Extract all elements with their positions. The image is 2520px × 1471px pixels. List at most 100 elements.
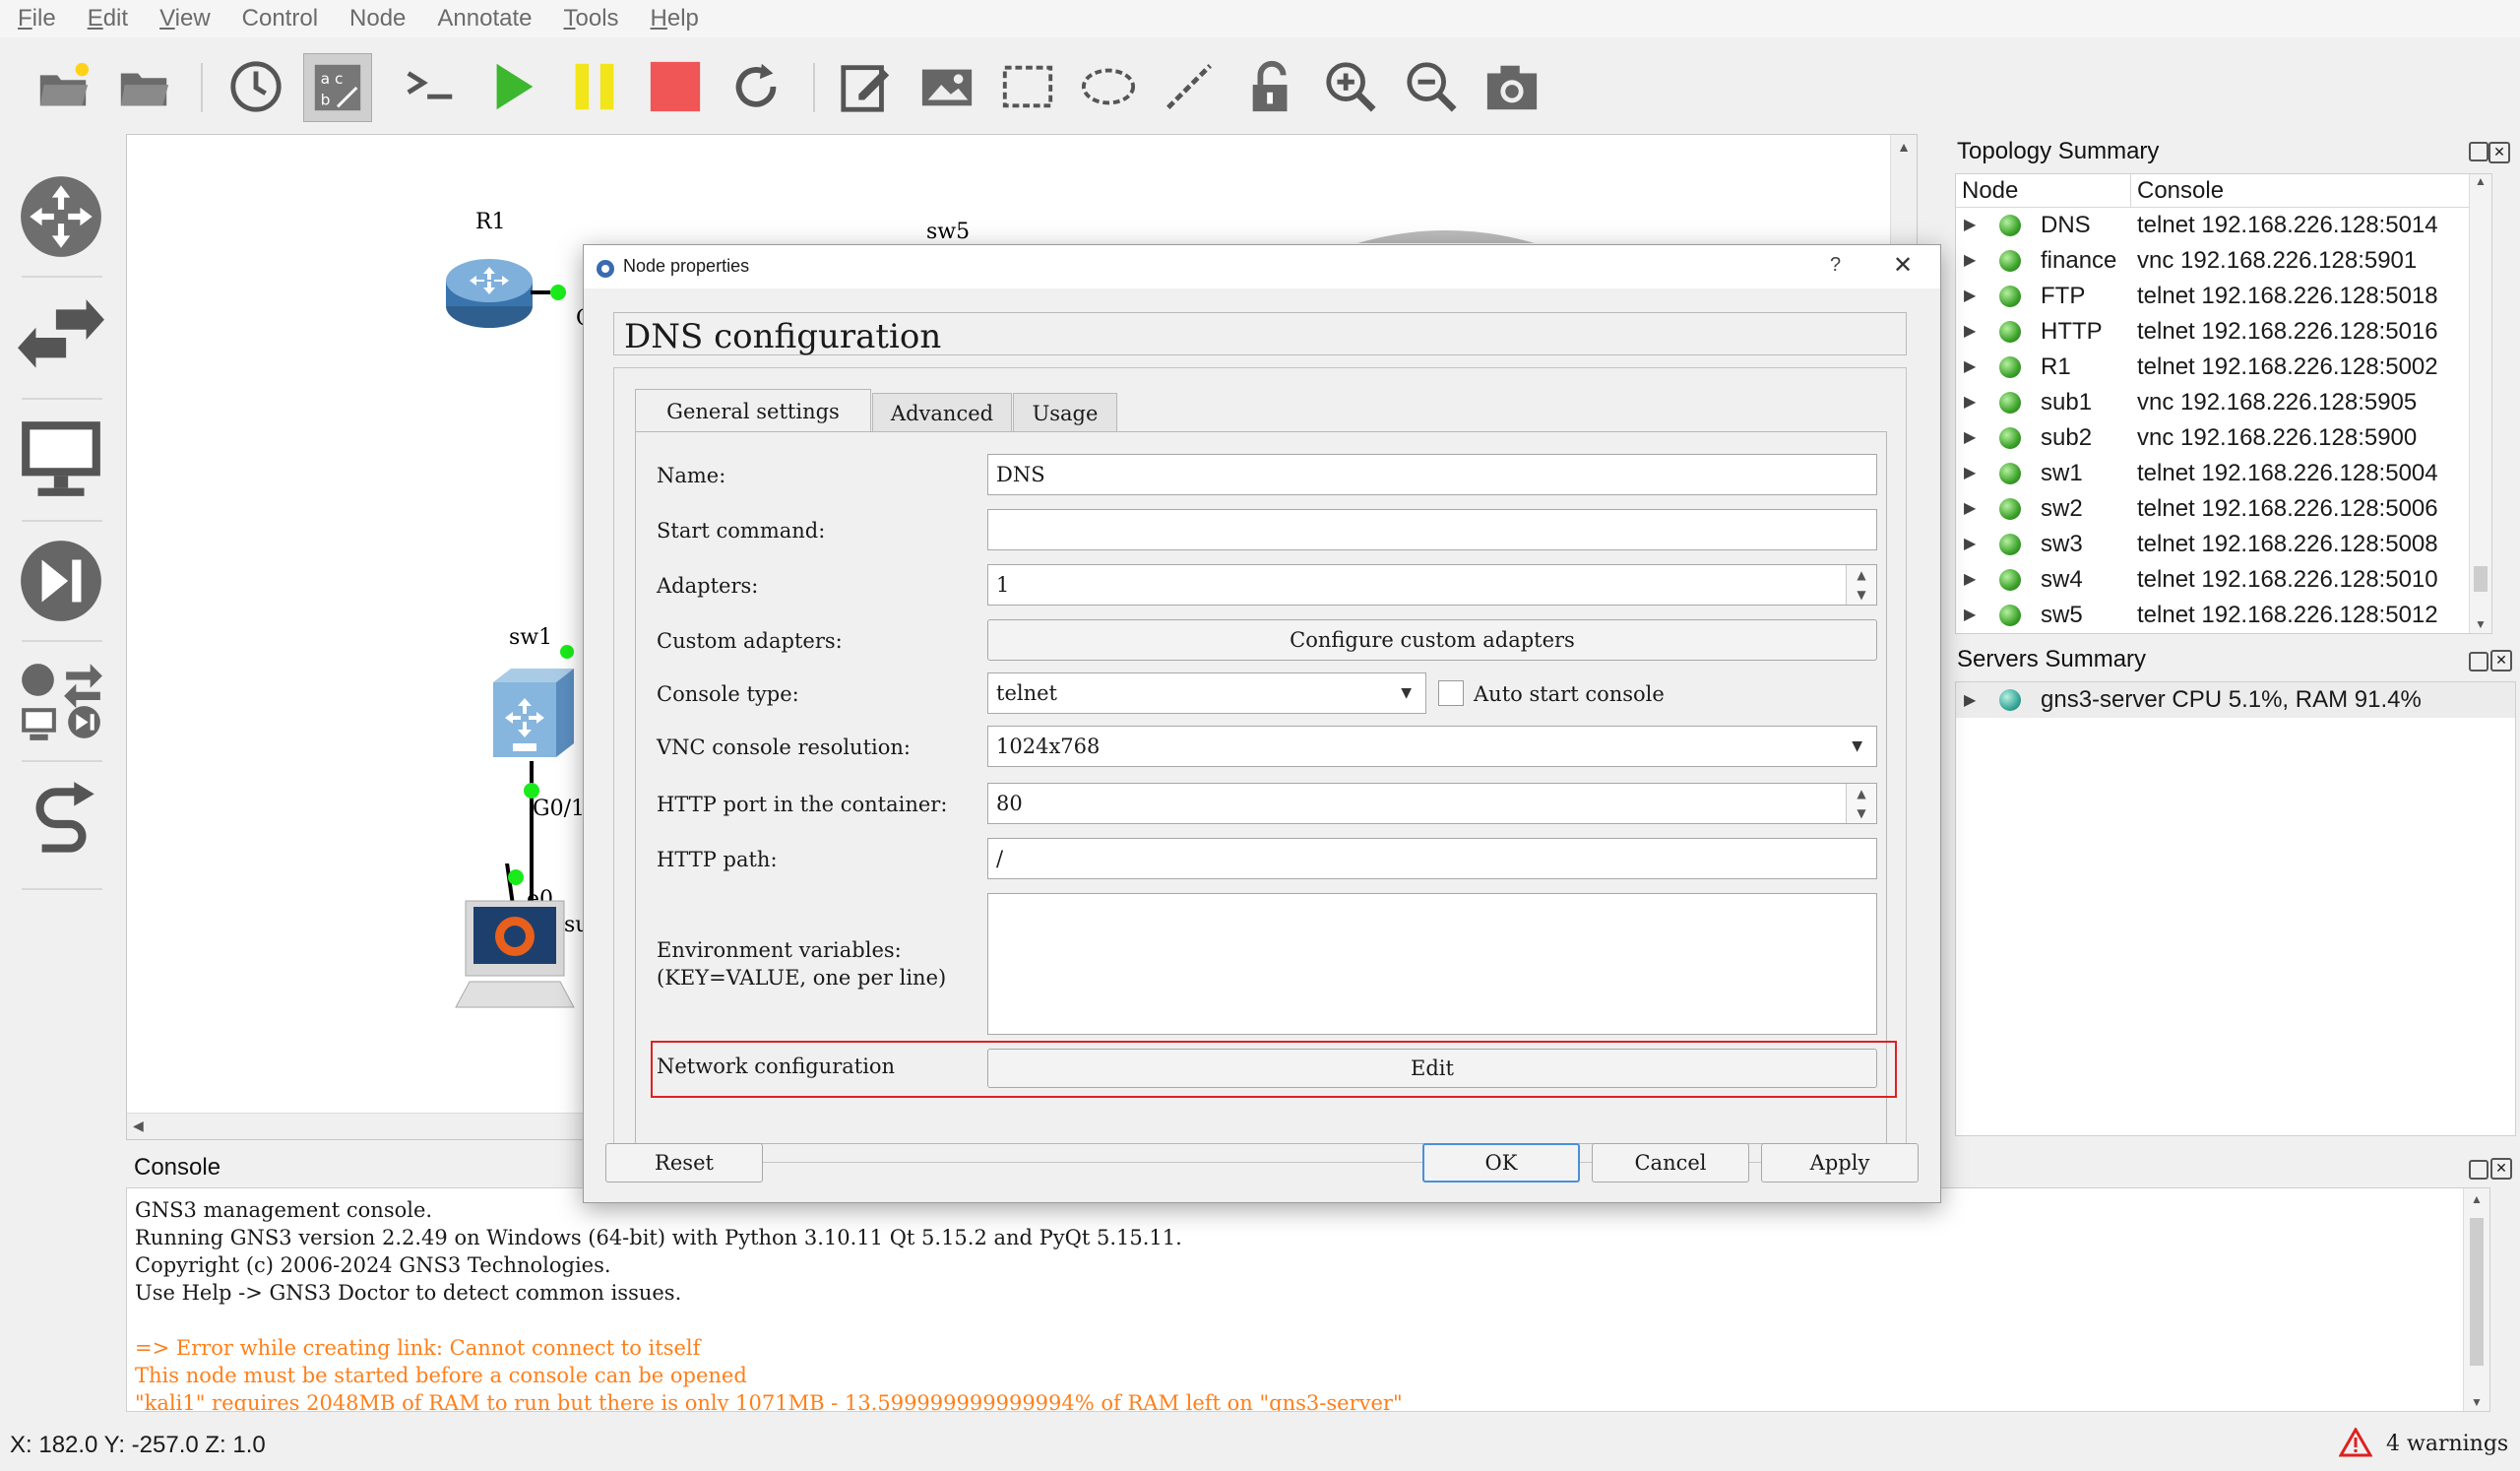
expand-arrow-icon[interactable]: ▶	[1964, 690, 1976, 710]
help-button[interactable]: ?	[1830, 254, 1841, 277]
http-path-field[interactable]: /	[987, 838, 1877, 879]
screenshot-camera-icon[interactable]	[1479, 53, 1545, 120]
switch-sw1-icon[interactable]	[487, 665, 576, 761]
close-panel-icon[interactable]: ✕	[2488, 142, 2510, 163]
expand-arrow-icon[interactable]: ▶	[1964, 208, 1976, 243]
console-type-select[interactable]: telnet ▼	[987, 672, 1426, 714]
reload-all-icon[interactable]	[723, 53, 789, 120]
reset-button[interactable]: Reset	[605, 1143, 763, 1183]
chevron-down-icon: ▼	[1852, 738, 1862, 754]
console-scrollbar[interactable]: ▲ ▼	[2463, 1188, 2489, 1411]
menu-control[interactable]: Control	[236, 5, 324, 32]
expand-arrow-icon[interactable]: ▶	[1964, 243, 1976, 279]
snapshot-clock-icon[interactable]	[222, 53, 289, 120]
router-r1-icon[interactable]	[442, 251, 536, 332]
tab-general-settings[interactable]: General settings	[635, 389, 871, 432]
configure-custom-adapters-button[interactable]: Configure custom adapters	[987, 619, 1877, 661]
menu-tools[interactable]: Tools	[558, 5, 625, 32]
topology-row[interactable]: ▶ sw3 telnet 192.168.226.128:5008	[1956, 527, 2491, 562]
float-panel-icon[interactable]	[2469, 1160, 2488, 1180]
expand-arrow-icon[interactable]: ▶	[1964, 491, 1976, 527]
end-devices-icon[interactable]	[14, 412, 108, 506]
expand-arrow-icon[interactable]: ▶	[1964, 456, 1976, 491]
topology-row[interactable]: ▶ FTP telnet 192.168.226.128:5018	[1956, 279, 2491, 314]
expand-arrow-icon[interactable]: ▶	[1964, 562, 1976, 598]
add-link-icon[interactable]	[14, 776, 108, 870]
close-dialog-button[interactable]: ✕	[1893, 251, 1913, 280]
draw-rectangle-icon[interactable]	[994, 53, 1061, 120]
menu-annotate[interactable]: Annotate	[431, 5, 537, 32]
close-panel-icon[interactable]: ✕	[2490, 650, 2512, 672]
gns3-app-icon	[597, 260, 614, 278]
menu-node[interactable]: Node	[344, 5, 411, 32]
cancel-button[interactable]: Cancel	[1592, 1143, 1749, 1183]
spin-down-icon[interactable]: ▼	[1847, 585, 1876, 605]
stop-all-icon[interactable]	[642, 53, 709, 120]
expand-arrow-icon[interactable]: ▶	[1964, 350, 1976, 385]
security-devices-icon[interactable]	[14, 534, 108, 628]
apply-button[interactable]: Apply	[1761, 1143, 1919, 1183]
topology-row[interactable]: ▶ sw4 telnet 192.168.226.128:5010	[1956, 562, 2491, 598]
topology-row[interactable]: ▶ finance vnc 192.168.226.128:5901	[1956, 243, 2491, 279]
console-all-icon[interactable]	[398, 53, 465, 120]
tab-usage[interactable]: Usage	[1013, 393, 1117, 432]
spin-up-icon[interactable]: ▲	[1847, 565, 1876, 585]
col-header-console[interactable]: Console	[2131, 174, 2491, 208]
add-note-icon[interactable]	[833, 53, 900, 120]
topology-row[interactable]: ▶ sw1 telnet 192.168.226.128:5004	[1956, 456, 2491, 491]
start-command-field[interactable]	[987, 509, 1877, 550]
topology-row[interactable]: ▶ HTTP telnet 192.168.226.128:5016	[1956, 314, 2491, 350]
show-interface-labels-icon[interactable]: a c b	[303, 53, 372, 122]
warning-icon[interactable]	[2339, 1428, 2372, 1457]
server-row[interactable]: ▶ gns3-server CPU 5.1%, RAM 91.4%	[1956, 682, 2515, 718]
menu-view[interactable]: View	[154, 5, 217, 32]
routers-icon[interactable]	[14, 169, 108, 264]
lock-unlock-icon[interactable]	[1238, 53, 1305, 120]
suspend-all-icon[interactable]	[561, 53, 628, 120]
topology-row[interactable]: ▶ R1 telnet 192.168.226.128:5002	[1956, 350, 2491, 385]
expand-arrow-icon[interactable]: ▶	[1964, 314, 1976, 350]
open-project-icon[interactable]	[110, 53, 177, 120]
draw-ellipse-icon[interactable]	[1075, 53, 1142, 120]
adapters-spinbox[interactable]: 1 ▲ ▼	[987, 564, 1877, 606]
new-project-icon[interactable]	[30, 53, 96, 120]
console-output[interactable]: GNS3 management console. Running GNS3 ve…	[126, 1187, 2490, 1412]
insert-picture-icon[interactable]	[914, 53, 980, 120]
vnc-resolution-select[interactable]: 1024x768 ▼	[987, 726, 1877, 767]
col-header-node[interactable]: Node	[1956, 174, 2131, 208]
spin-up-icon[interactable]: ▲	[1847, 784, 1876, 803]
topology-row[interactable]: ▶ sub2 vnc 192.168.226.128:5900	[1956, 420, 2491, 456]
workstation-icon[interactable]	[454, 897, 582, 1015]
zoom-out-icon[interactable]	[1398, 53, 1465, 120]
topology-row[interactable]: ▶ sw2 telnet 192.168.226.128:5006	[1956, 491, 2491, 527]
topology-row[interactable]: ▶ DNS telnet 192.168.226.128:5014	[1956, 208, 2491, 243]
http-port-spinbox[interactable]: 80 ▲ ▼	[987, 783, 1877, 824]
network-config-edit-button[interactable]: Edit	[987, 1049, 1877, 1088]
env-vars-textarea[interactable]	[987, 893, 1877, 1035]
expand-arrow-icon[interactable]: ▶	[1964, 598, 1976, 633]
switches-icon[interactable]	[14, 291, 108, 386]
draw-line-icon[interactable]	[1156, 53, 1223, 120]
warnings-count[interactable]: 4 warnings	[2386, 1432, 2508, 1456]
menu-edit[interactable]: Edit	[82, 5, 134, 32]
all-devices-icon[interactable]	[14, 654, 108, 748]
expand-arrow-icon[interactable]: ▶	[1964, 527, 1976, 562]
auto-start-console-checkbox[interactable]	[1438, 680, 1464, 706]
topology-row[interactable]: ▶ sw5 telnet 192.168.226.128:5012	[1956, 598, 2491, 633]
menu-file[interactable]: File	[12, 5, 62, 32]
zoom-in-icon[interactable]	[1317, 53, 1384, 120]
float-panel-icon[interactable]	[2469, 652, 2488, 672]
spin-down-icon[interactable]: ▼	[1847, 803, 1876, 823]
menu-help[interactable]: Help	[645, 5, 705, 32]
start-all-icon[interactable]	[480, 53, 547, 120]
ok-button[interactable]: OK	[1422, 1143, 1580, 1183]
topology-row[interactable]: ▶ sub1 vnc 192.168.226.128:5905	[1956, 385, 2491, 420]
topology-scrollbar[interactable]: ▲ ▼	[2469, 174, 2491, 633]
expand-arrow-icon[interactable]: ▶	[1964, 420, 1976, 456]
tab-advanced[interactable]: Advanced	[872, 393, 1012, 432]
float-panel-icon[interactable]	[2469, 142, 2488, 161]
expand-arrow-icon[interactable]: ▶	[1964, 385, 1976, 420]
close-panel-icon[interactable]: ✕	[2490, 1158, 2512, 1180]
expand-arrow-icon[interactable]: ▶	[1964, 279, 1976, 314]
name-field[interactable]: DNS	[987, 454, 1877, 495]
